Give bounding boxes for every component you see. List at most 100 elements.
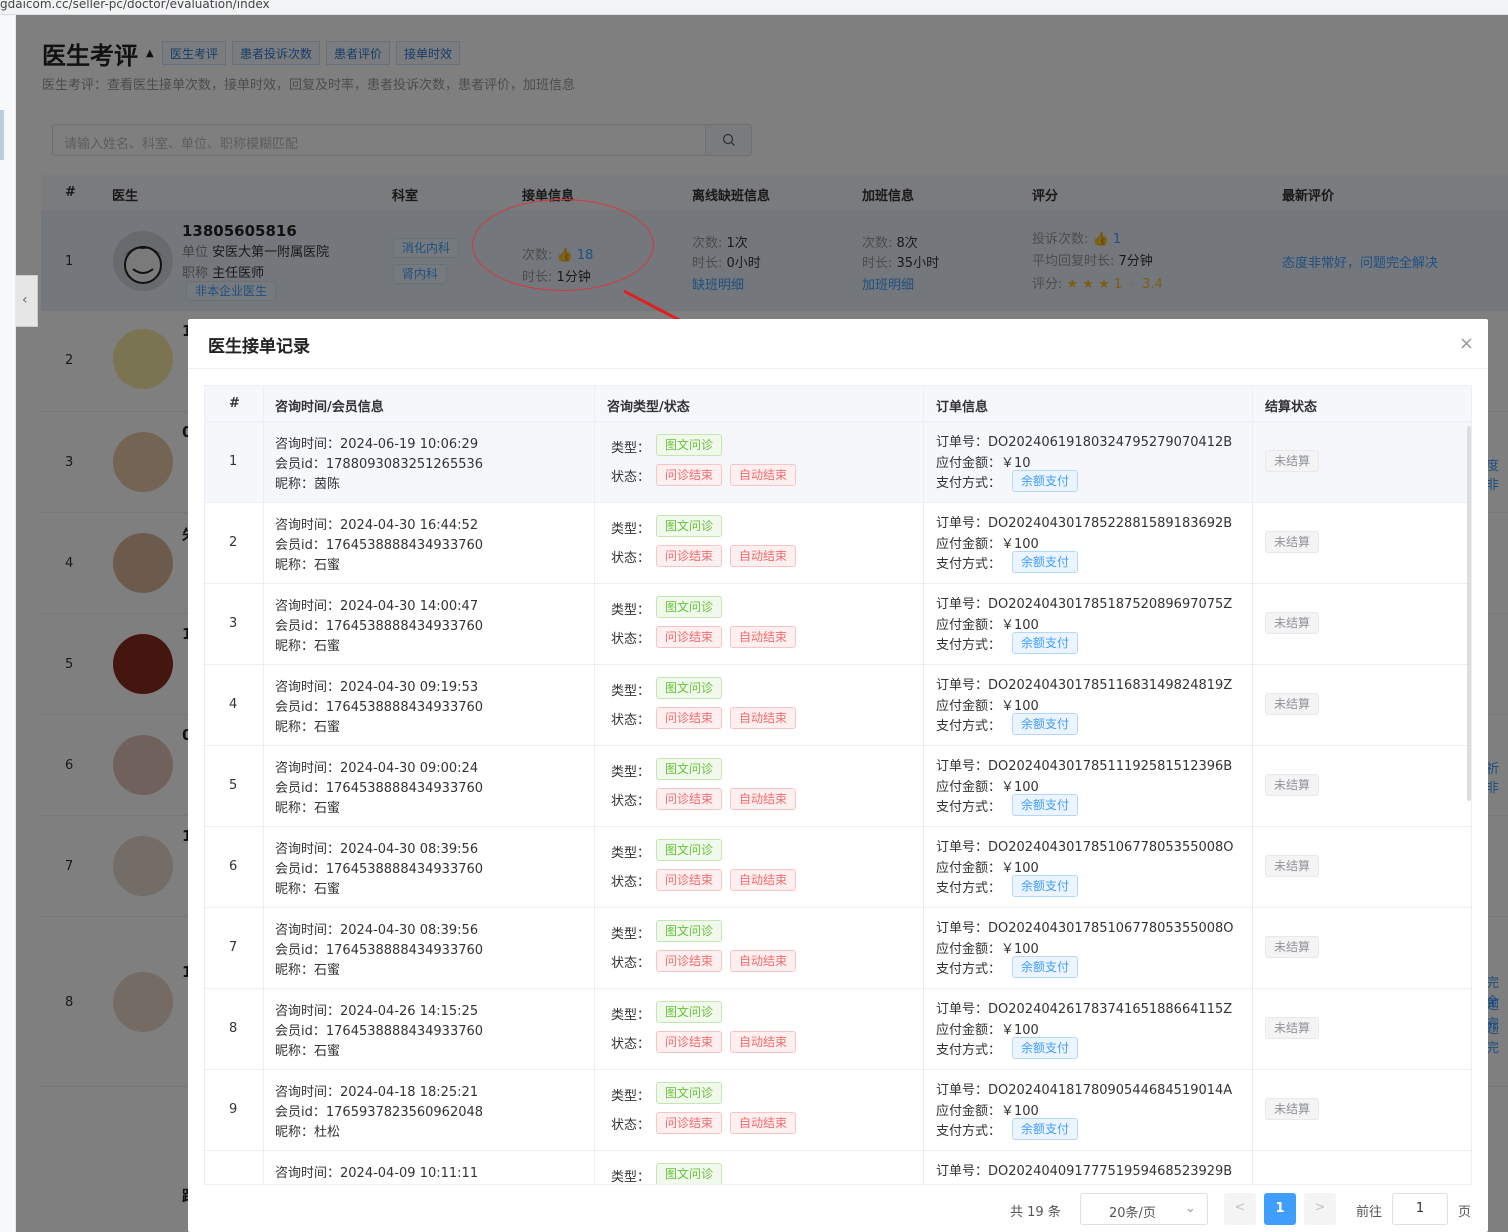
member-label: 会员id： [275, 1105, 326, 1120]
amount-label: 应付金额： [936, 780, 1002, 795]
order-number: 订单号：DO20240426178374165188664115Z [936, 998, 1232, 1017]
table-row[interactable]: 10 咨询时间：2024-04-09 10:11:11 类型： 图文问诊 订单号：DO2… [205, 1151, 1471, 1184]
settle-status-tag: 未结算 [1265, 1098, 1320, 1120]
table-row[interactable]: 8 咨询时间：2024-04-26 14:15:25 会员id：1764538888… [205, 989, 1471, 1070]
amount: 应付金额：￥100 [936, 695, 1039, 714]
member-id: 会员id：1764538888434933760 [275, 777, 483, 796]
type-label: 类型： [611, 522, 651, 537]
prev-page-button[interactable]: < [1224, 1193, 1256, 1225]
table-row[interactable]: 2 咨询时间：2024-04-30 16:44:52 会员id：1764538888… [205, 503, 1471, 584]
row-number: 9 [229, 1102, 238, 1117]
status-tag: 问诊结束 [656, 464, 723, 486]
type-label: 类型： [611, 441, 651, 456]
status-tag: 自动结束 [730, 1031, 797, 1053]
row-number: 8 [229, 1021, 238, 1036]
row-number: 3 [229, 616, 238, 631]
amount-label: 应付金额： [936, 1104, 1002, 1119]
order-label: 订单号： [936, 597, 989, 612]
column-divider [923, 386, 924, 1184]
amount-value: ￥100 [1001, 942, 1039, 957]
nick-value: 茵陈 [314, 477, 341, 492]
left-rail [0, 15, 16, 1232]
settle-status-tag: 未结算 [1265, 774, 1320, 796]
amount: 应付金额：￥100 [936, 533, 1039, 552]
table-row[interactable]: 7 咨询时间：2024-04-30 08:39:56 会员id：1764538888… [205, 908, 1471, 989]
page-number[interactable]: 1 [1264, 1193, 1296, 1225]
row-number: 2 [229, 535, 238, 550]
amount: 应付金额：￥100 [936, 1100, 1039, 1119]
scrollbar[interactable] [1467, 426, 1471, 801]
type-tag: 图文问诊 [656, 677, 723, 699]
order-value: DO20240430178511683149824819Z [988, 678, 1233, 693]
nickname: 昵称：石蜜 [275, 716, 340, 735]
pay-method: 支付方式： [936, 958, 1001, 977]
status-tag: 自动结束 [730, 464, 797, 486]
collapse-sidebar-button[interactable]: ‹ [16, 275, 38, 327]
settle-status-tag: 未结算 [1265, 450, 1320, 472]
row-number: 10 [229, 1183, 246, 1184]
nick-label: 昵称： [275, 558, 315, 573]
type-tag: 图文问诊 [656, 758, 723, 780]
time-label: 咨询时间： [275, 1004, 341, 1019]
member-label: 会员id： [275, 862, 326, 877]
pay-label: 支付方式： [936, 962, 1002, 977]
table-row[interactable]: 5 咨询时间：2024-04-30 09:00:24 会员id：1764538888… [205, 746, 1471, 827]
order-value: DO20240430178510677805355008O [988, 921, 1234, 936]
nickname: 昵称：茵陈 [275, 473, 340, 492]
settle-status-tag: 未结算 [1265, 612, 1320, 634]
amount-value: ￥100 [1001, 861, 1039, 876]
table-row[interactable]: 4 咨询时间：2024-04-30 09:19:53 会员id：1764538888… [205, 665, 1471, 746]
nick-value: 石蜜 [314, 882, 341, 897]
status-tag: 自动结束 [730, 1112, 797, 1134]
time-value: 2024-06-19 10:06:29 [340, 437, 479, 452]
type-tag: 图文问诊 [656, 596, 723, 618]
status-label: 状态： [611, 713, 651, 728]
pay-label: 支付方式： [936, 881, 1002, 896]
amount-value: ￥100 [1001, 699, 1039, 714]
next-page-button[interactable]: > [1304, 1193, 1336, 1225]
settle-status-tag: 未结算 [1265, 693, 1320, 715]
settle-status-tag: 未结算 [1265, 1017, 1320, 1039]
page-size-select[interactable]: 20条/页 ⌄ [1080, 1193, 1208, 1225]
consult-time: 咨询时间：2024-04-30 08:39:56 [275, 919, 478, 938]
type-label: 类型： [611, 1089, 651, 1104]
status-tag: 问诊结束 [656, 869, 723, 891]
status-tag: 问诊结束 [656, 1112, 723, 1134]
pay-tag: 余额支付 [1012, 713, 1079, 735]
status-tag: 问诊结束 [656, 788, 723, 810]
status-tag: 问诊结束 [656, 545, 723, 567]
pay-tag: 余额支付 [1012, 875, 1079, 897]
page-label: 页 [1458, 1205, 1472, 1220]
table-row[interactable]: 3 咨询时间：2024-04-30 14:00:47 会员id：1764538888… [205, 584, 1471, 665]
divider [188, 368, 1488, 369]
column-divider [1252, 386, 1253, 1184]
table-row[interactable]: 1 咨询时间：2024-06-19 10:06:29 会员id：1788093083… [205, 422, 1471, 503]
amount-value: ￥100 [1001, 780, 1039, 795]
row-number: 5 [229, 778, 238, 793]
pay-tag: 余额支付 [1012, 794, 1079, 816]
goto-page-input[interactable]: 1 [1392, 1193, 1448, 1225]
pay-tag: 余额支付 [1012, 956, 1079, 978]
status-tag: 自动结束 [730, 707, 797, 729]
table-row[interactable]: 6 咨询时间：2024-04-30 08:39:56 会员id：1764538888… [205, 827, 1471, 908]
time-value: 2024-04-09 10:11:11 [340, 1166, 479, 1181]
settle-status-tag: 未结算 [1265, 531, 1320, 553]
status-label: 状态： [611, 956, 651, 971]
dialog-title: 医生接单记录 [208, 337, 310, 357]
order-value: DO20240409177751959468523929B [988, 1164, 1233, 1179]
status-tag: 自动结束 [730, 950, 797, 972]
status-label: 状态： [611, 1118, 651, 1133]
pagination: 共 19 条 20条/页 ⌄ < 1 > 前往 1 页 [188, 1191, 1488, 1227]
row-number: 7 [229, 940, 238, 955]
close-icon[interactable]: × [1459, 333, 1474, 354]
amount: 应付金额：￥10 [936, 452, 1031, 471]
table-row[interactable]: 9 咨询时间：2024-04-18 18:25:21 会员id：1765937823… [205, 1070, 1471, 1151]
order-value: DO20240430178510677805355008O [988, 840, 1234, 855]
col-type-status: 咨询类型/状态 [607, 400, 690, 415]
consult-time: 咨询时间：2024-04-30 09:00:24 [275, 757, 478, 776]
address-bar[interactable]: gdaicom.cc/seller-pc/doctor/evaluation/i… [0, 0, 1508, 15]
nick-label: 昵称： [275, 963, 315, 978]
status-tag: 自动结束 [730, 626, 797, 648]
status-label: 状态： [611, 794, 651, 809]
order-value: DO20240430178518752089697075Z [988, 597, 1233, 612]
